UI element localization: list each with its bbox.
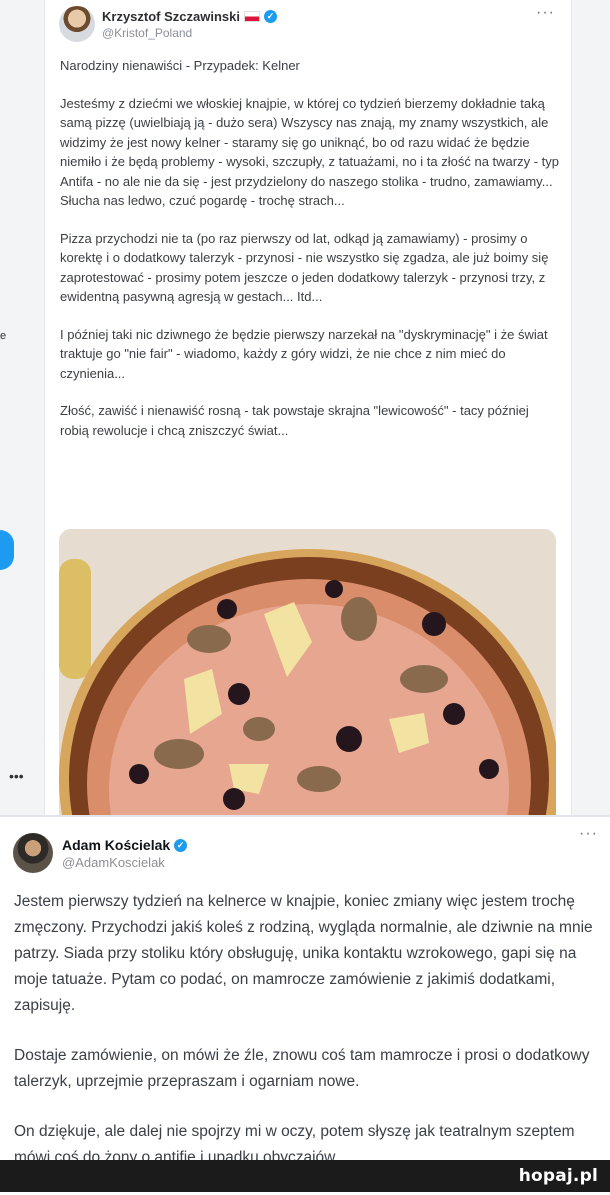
tweet-text: Jestem pierwszy tydzień na kelnerce w kn… [14,889,600,1195]
side-fragment-icon: e [0,330,7,342]
author-name[interactable]: Krzysztof Szczawinski ✓ [102,9,277,24]
poland-flag-icon [244,11,260,22]
first-screenshot: e ••• Krzysztof Szczawinski ✓ @Kristof_P… [0,0,610,815]
more-options-icon[interactable]: ··· [579,825,598,843]
tweet-paragraph: Jesteśmy z dziećmi we włoskiej knajpie, … [60,95,560,209]
side-more-icon[interactable]: ••• [9,768,24,784]
tweet-adam: Adam Kościelak ✓ @AdamKoscielak ··· Jest… [0,815,610,1166]
tweet-paragraph: Jestem pierwszy tydzień na kelnerce w kn… [14,893,593,1014]
tweet-paragraph: I później taki nic dziwnego że będzie pi… [60,326,548,381]
tweet-paragraph: Pizza przychodzi nie ta (po raz pierwszy… [60,230,549,305]
avatar[interactable] [59,6,95,42]
verified-badge-icon: ✓ [174,838,188,852]
author-name-text[interactable]: Krzysztof Szczawinski [102,9,240,24]
verified-badge-icon: ✓ [264,10,277,23]
author-handle[interactable]: @Kristof_Poland [102,26,192,40]
tweet-text: Narodziny nienawiści - Przypadek: Kelner… [60,56,560,458]
tweet-paragraph: Narodziny nienawiści - Przypadek: Kelner [60,58,300,73]
hopaj-logo: hopaj.pl [518,1166,598,1186]
avatar[interactable] [13,833,53,873]
pizza-photo[interactable] [59,529,556,815]
side-blue-button[interactable] [0,530,14,570]
tweet-paragraph: Złość, zawiść i nienawiść rosną - tak po… [60,403,529,438]
more-options-icon[interactable]: ··· [536,4,555,22]
author-name[interactable]: Adam Kościelak ✓ [62,837,188,853]
tweet-paragraph: Dostaje zamówienie, on mówi że źle, znow… [14,1047,590,1090]
watermark-bar: hopaj.pl [0,1160,610,1192]
tweet-krzysztof: Krzysztof Szczawinski ✓ @Kristof_Poland … [44,0,572,815]
author-name-text[interactable]: Adam Kościelak [62,837,170,853]
author-handle[interactable]: @AdamKoscielak [62,855,165,870]
pizza-image [59,529,556,815]
